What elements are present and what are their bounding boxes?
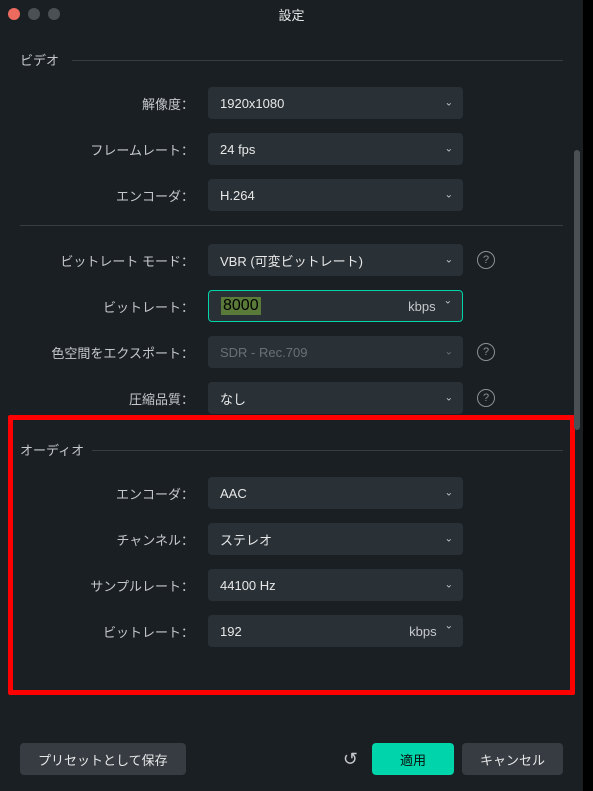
chevron-down-icon: ⌄ xyxy=(445,144,453,155)
chevron-down-icon: ⌄ xyxy=(445,488,453,499)
samplerate-select[interactable]: 44100 Hz ⌄ xyxy=(208,569,463,601)
video-bitrate-label: ビットレート： xyxy=(20,297,208,316)
channel-label: チャンネル： xyxy=(20,530,208,549)
audio-encoder-value: AAC xyxy=(220,486,247,501)
colorspace-label: 色空間をエクスポート： xyxy=(20,343,208,362)
framerate-select[interactable]: 24 fps ⌄ xyxy=(208,133,463,165)
reset-button[interactable]: ↺ xyxy=(337,743,364,775)
channel-row: チャンネル： ステレオ ⌄ xyxy=(20,523,563,555)
chevron-down-icon: ⌄ xyxy=(445,347,453,358)
audio-bitrate-value: 192 xyxy=(220,624,409,639)
help-icon[interactable]: ? xyxy=(477,343,495,361)
settings-window: 設定 ビデオ 解像度： 1920x1080 ⌄ フレームレート： 24 fps … xyxy=(0,0,583,791)
audio-encoder-label: エンコーダ： xyxy=(20,484,208,503)
video-bitrate-row: ビットレート： 8000 kbps ⌄ xyxy=(20,290,563,322)
chevron-down-icon: ⌄ xyxy=(445,98,453,109)
channel-value: ステレオ xyxy=(220,530,272,549)
samplerate-row: サンプルレート： 44100 Hz ⌄ xyxy=(20,569,563,601)
audio-section-header: オーディオ xyxy=(20,440,563,459)
chevron-down-icon: ⌄ xyxy=(445,620,453,631)
close-window-button[interactable] xyxy=(8,8,20,20)
channel-select[interactable]: ステレオ ⌄ xyxy=(208,523,463,555)
audio-bitrate-label: ビットレート： xyxy=(20,622,208,641)
help-icon[interactable]: ? xyxy=(477,389,495,407)
resolution-select[interactable]: 1920x1080 ⌄ xyxy=(208,87,463,119)
traffic-lights xyxy=(8,8,60,20)
video-bitrate-value: 8000 xyxy=(221,297,261,315)
divider xyxy=(20,225,563,226)
framerate-value: 24 fps xyxy=(220,142,255,157)
video-encoder-row: エンコーダ： H.264 ⌄ xyxy=(20,179,563,211)
colorspace-value: SDR - Rec.709 xyxy=(220,345,307,360)
compression-row: 圧縮品質： なし ⌄ ? xyxy=(20,382,563,414)
chevron-down-icon: ⌄ xyxy=(445,580,453,591)
audio-bitrate-select[interactable]: 192 kbps ⌄ xyxy=(208,615,463,647)
colorspace-select[interactable]: SDR - Rec.709 ⌄ xyxy=(208,336,463,368)
video-bitrate-unit: kbps xyxy=(408,299,435,314)
compression-label: 圧縮品質： xyxy=(20,389,208,408)
cancel-button[interactable]: キャンセル xyxy=(462,743,563,775)
save-preset-button[interactable]: プリセットとして保存 xyxy=(20,743,186,775)
video-encoder-value: H.264 xyxy=(220,188,255,203)
resolution-label: 解像度： xyxy=(20,94,208,113)
chevron-down-icon: ⌄ xyxy=(445,393,453,404)
video-encoder-label: エンコーダ： xyxy=(20,186,208,205)
minimize-window-button[interactable] xyxy=(28,8,40,20)
resolution-row: 解像度： 1920x1080 ⌄ xyxy=(20,87,563,119)
compression-select[interactable]: なし ⌄ xyxy=(208,382,463,414)
scrollbar-thumb[interactable] xyxy=(574,150,580,430)
maximize-window-button[interactable] xyxy=(48,8,60,20)
reset-icon: ↺ xyxy=(343,749,358,770)
audio-encoder-select[interactable]: AAC ⌄ xyxy=(208,477,463,509)
content-area: ビデオ 解像度： 1920x1080 ⌄ フレームレート： 24 fps ⌄ エ… xyxy=(0,28,583,647)
titlebar: 設定 xyxy=(0,0,583,28)
compression-value: なし xyxy=(220,389,246,408)
footer: プリセットとして保存 ↺ 適用 キャンセル xyxy=(20,743,563,775)
bitrate-mode-select[interactable]: VBR (可変ビットレート) ⌄ xyxy=(208,244,463,276)
bitrate-mode-label: ビットレート モード： xyxy=(20,251,208,270)
bitrate-mode-row: ビットレート モード： VBR (可変ビットレート) ⌄ ? xyxy=(20,244,563,276)
help-icon[interactable]: ? xyxy=(477,251,495,269)
audio-bitrate-row: ビットレート： 192 kbps ⌄ xyxy=(20,615,563,647)
scrollbar[interactable] xyxy=(574,30,580,630)
video-bitrate-input[interactable]: 8000 kbps ⌄ xyxy=(208,290,463,322)
chevron-down-icon: ⌄ xyxy=(445,190,453,201)
chevron-down-icon: ⌄ xyxy=(444,295,452,306)
framerate-label: フレームレート： xyxy=(20,140,208,159)
samplerate-value: 44100 Hz xyxy=(220,578,276,593)
video-section-header: ビデオ xyxy=(20,50,563,69)
audio-encoder-row: エンコーダ： AAC ⌄ xyxy=(20,477,563,509)
chevron-down-icon: ⌄ xyxy=(445,534,453,545)
bitrate-mode-value: VBR (可変ビットレート) xyxy=(220,251,363,270)
audio-bitrate-unit: kbps xyxy=(409,624,436,639)
video-encoder-select[interactable]: H.264 ⌄ xyxy=(208,179,463,211)
apply-button[interactable]: 適用 xyxy=(372,743,454,775)
chevron-down-icon: ⌄ xyxy=(445,255,453,266)
framerate-row: フレームレート： 24 fps ⌄ xyxy=(20,133,563,165)
samplerate-label: サンプルレート： xyxy=(20,576,208,595)
resolution-value: 1920x1080 xyxy=(220,96,284,111)
window-title: 設定 xyxy=(278,5,304,24)
colorspace-row: 色空間をエクスポート： SDR - Rec.709 ⌄ ? xyxy=(20,336,563,368)
